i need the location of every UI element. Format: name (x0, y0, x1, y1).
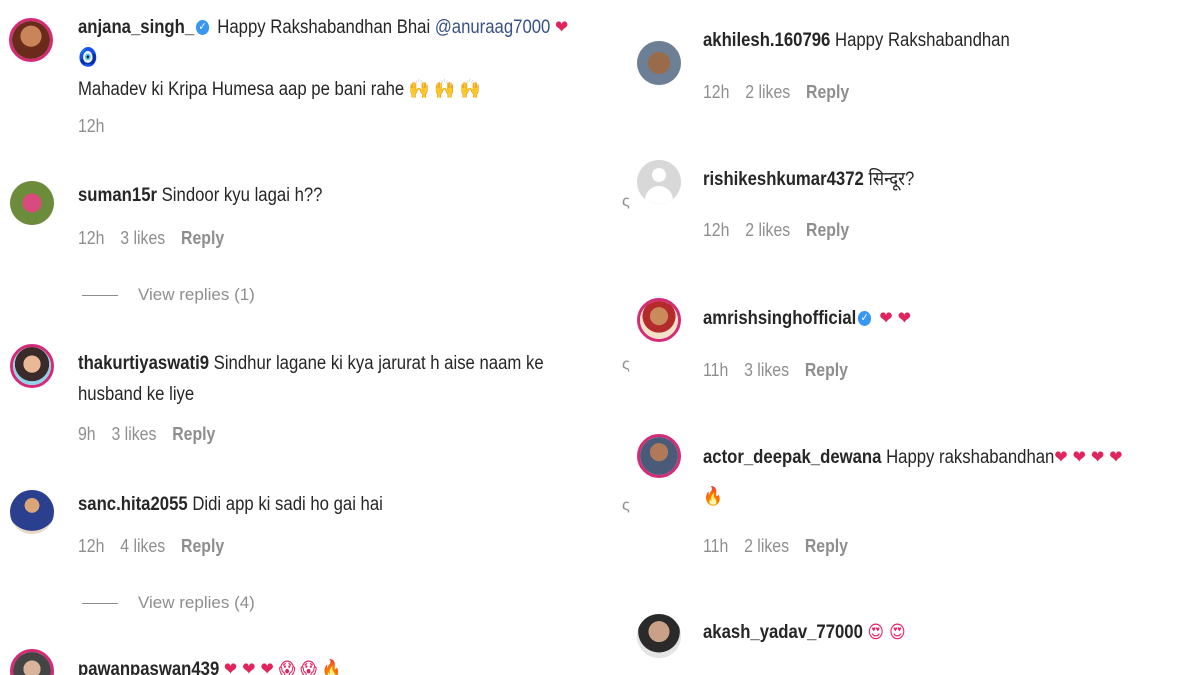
comment-text-line2: 🧿 (78, 42, 98, 73)
avatar[interactable] (637, 434, 681, 478)
view-replies-button[interactable]: View replies (4) (82, 593, 255, 613)
mention-link[interactable]: @anuraag7000 (435, 17, 551, 38)
comment-text: thakurtiyaswati9 Sindhur lagane ki kya j… (78, 353, 544, 374)
comment-time: 12h (78, 116, 105, 136)
comment-text: suman15r Sindoor kyu lagai h?? (78, 185, 323, 206)
emoji-reaction-icons: ❤ ❤ ❤ ❤ (1054, 447, 1123, 468)
comment-text-line3: Mahadev ki Kripa Humesa aap pe bani rahe… (78, 79, 481, 100)
comment-likes[interactable]: 3 likes (120, 228, 165, 248)
comment-likes[interactable]: 2 likes (744, 536, 789, 556)
avatar[interactable] (637, 41, 681, 85)
comment-text-line2: husband ke liye (78, 384, 195, 405)
reply-button[interactable]: Reply (181, 228, 224, 248)
comment-meta: 9h 3 likes Reply (78, 424, 231, 445)
comment-text-line2: 🔥 (703, 481, 723, 512)
evil-eye-emoji-icon: 🧿 (78, 47, 98, 68)
reply-button[interactable]: Reply (805, 536, 848, 556)
emoji-reaction-icons: ❤ ❤ (879, 308, 912, 329)
divider-line (82, 603, 118, 605)
comment-username[interactable]: sanc.hita2055 (78, 494, 188, 515)
comment-likes[interactable]: 4 likes (120, 536, 165, 556)
like-heart-icon[interactable]: ς (622, 356, 630, 374)
comment-meta: 12h 4 likes Reply (78, 536, 240, 557)
comment-username[interactable]: amrishsinghofficial (703, 308, 856, 329)
avatar[interactable] (637, 614, 681, 658)
emoji-reaction-icons: ❤ ❤ ❤ 😱 😱 🔥 (223, 659, 342, 675)
comment-time: 11h (703, 360, 729, 380)
fire-emoji-icon: 🔥 (703, 486, 723, 507)
like-heart-icon[interactable]: ς (622, 193, 630, 211)
reply-button[interactable]: Reply (806, 220, 849, 240)
comment-likes[interactable]: 2 likes (745, 82, 790, 102)
reply-button[interactable]: Reply (806, 82, 849, 102)
comment-time: 9h (78, 424, 96, 444)
avatar[interactable] (637, 160, 681, 204)
comment-username[interactable]: suman15r (78, 185, 157, 206)
comment-text: anjana_singh_ ✓ Happy Rakshabandhan Bhai … (78, 17, 569, 38)
avatar[interactable] (10, 490, 54, 534)
comment-time: 12h (703, 82, 730, 102)
comment-likes[interactable]: 3 likes (744, 360, 789, 380)
like-heart-icon[interactable]: ς (622, 497, 630, 515)
comment-text: akhilesh.160796 Happy Rakshabandhan (703, 30, 1010, 51)
comment-meta: 11h 3 likes Reply (703, 360, 864, 381)
avatar[interactable] (637, 298, 681, 342)
avatar[interactable] (10, 649, 54, 675)
comments-column-left: anjana_singh_ ✓ Happy Rakshabandhan Bhai … (0, 0, 600, 675)
comment-time: 12h (703, 220, 730, 240)
comment-text: amrishsinghofficial ✓ ❤ ❤ (703, 303, 911, 334)
comment-username[interactable]: anjana_singh_ (78, 17, 194, 38)
comment-text: pawanpaswan439 ❤ ❤ ❤ 😱 😱 🔥 (78, 654, 342, 675)
comment-username[interactable]: akash_yadav_77000 (703, 622, 863, 643)
avatar[interactable] (10, 344, 54, 388)
avatar[interactable] (9, 18, 53, 62)
reply-button[interactable]: Reply (181, 536, 224, 556)
comment-text: akash_yadav_77000 😍 😍 (703, 617, 906, 648)
comment-time: 11h (703, 536, 729, 556)
comment-text: rishikeshkumar4372 सिन्दूर? (703, 169, 915, 190)
verified-badge-icon: ✓ (858, 311, 872, 327)
heart-emoji-icon: ❤ (555, 17, 569, 38)
comment-meta: 12h (78, 116, 120, 137)
comment-username[interactable]: actor_deepak_dewana (703, 447, 881, 468)
comment-meta: 12h 2 likes Reply (703, 82, 865, 103)
comment-username[interactable]: pawanpaswan439 (78, 659, 219, 675)
emoji-reaction-icons: 😍 😍 (867, 622, 906, 643)
view-replies-button[interactable]: View replies (1) (82, 285, 255, 305)
comment-time: 12h (78, 228, 105, 248)
verified-badge-icon: ✓ (195, 20, 210, 36)
comment-time: 12h (78, 536, 105, 556)
comment-likes[interactable]: 2 likes (745, 220, 790, 240)
comment-meta: 12h 3 likes Reply (78, 228, 240, 249)
comment-meta: 11h 2 likes Reply (703, 536, 864, 557)
comment-text: actor_deepak_dewana Happy rakshabandhan❤… (703, 447, 1123, 468)
comments-column-right: akhilesh.160796 Happy Rakshabandhan 12h 2… (600, 0, 1200, 675)
reply-button[interactable]: Reply (805, 360, 848, 380)
comment-text: sanc.hita2055 Didi app ki sadi ho gai ha… (78, 494, 383, 515)
comment-username[interactable]: akhilesh.160796 (703, 30, 830, 51)
avatar[interactable] (10, 181, 54, 225)
comment-username[interactable]: thakurtiyaswati9 (78, 353, 209, 374)
divider-line (82, 295, 118, 297)
comment-meta: 12h 2 likes Reply (703, 220, 865, 241)
comment-likes[interactable]: 3 likes (111, 424, 156, 444)
comment-username[interactable]: rishikeshkumar4372 (703, 169, 864, 190)
reply-button[interactable]: Reply (172, 424, 215, 444)
